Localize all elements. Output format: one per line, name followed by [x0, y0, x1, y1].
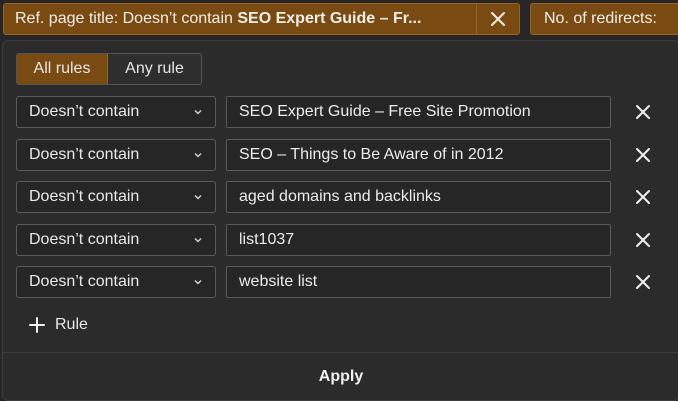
rule-value-input[interactable]: website list	[226, 266, 611, 298]
remove-rule-button[interactable]	[631, 229, 655, 251]
rule-value-input[interactable]: SEO Expert Guide – Free Site Promotion	[226, 96, 611, 128]
close-icon	[491, 12, 506, 26]
rule-row: Doesn’t contain SEO – Things to Be Aware…	[16, 139, 666, 171]
chevron-down-icon	[194, 152, 202, 158]
close-icon	[636, 233, 650, 247]
condition-select[interactable]: Doesn’t contain	[16, 181, 216, 213]
chevron-down-icon	[194, 109, 202, 115]
close-icon	[636, 148, 650, 162]
condition-select[interactable]: Doesn’t contain	[16, 96, 216, 128]
chevron-down-icon	[194, 194, 202, 200]
add-rule-button[interactable]: Rule	[29, 313, 88, 337]
filter-rules-panel: All rules Any rule Doesn’t contain SEO E…	[2, 40, 678, 401]
filter-chip-label: No. of redirects:	[544, 10, 657, 27]
remove-filter-button[interactable]	[476, 4, 519, 34]
match-all-rules-button[interactable]: All rules	[17, 54, 108, 84]
remove-rule-button[interactable]	[631, 144, 655, 166]
apply-button[interactable]: Apply	[3, 353, 678, 400]
condition-select[interactable]: Doesn’t contain	[16, 266, 216, 298]
condition-select-value: Doesn’t contain	[29, 188, 140, 205]
rule-value-input[interactable]: list1037	[226, 224, 611, 256]
close-icon	[636, 190, 650, 204]
filter-chip-value: SEO Expert Guide – Fr...	[237, 10, 422, 27]
add-rule-label: Rule	[55, 316, 88, 333]
chevron-down-icon	[194, 279, 202, 285]
active-filters-bar: Ref. page title: Doesn’t contain SEO Exp…	[0, 0, 678, 40]
rule-row: Doesn’t contain list1037	[16, 224, 666, 256]
remove-rule-button[interactable]	[631, 271, 655, 293]
rule-value-input[interactable]: SEO – Things to Be Aware of in 2012	[226, 139, 611, 171]
condition-select-value: Doesn’t contain	[29, 103, 140, 120]
condition-select[interactable]: Doesn’t contain	[16, 224, 216, 256]
rule-row: Doesn’t contain aged domains and backlin…	[16, 181, 666, 213]
filter-chip-prefix: Ref. page title: Doesn’t contain	[15, 10, 238, 27]
remove-rule-button[interactable]	[631, 186, 655, 208]
close-icon	[636, 275, 650, 289]
close-icon	[636, 105, 650, 119]
rule-value-input[interactable]: aged domains and backlinks	[226, 181, 611, 213]
condition-select-value: Doesn’t contain	[29, 273, 140, 290]
plus-icon	[29, 317, 45, 333]
filter-chip-ref-page-title[interactable]: Ref. page title: Doesn’t contain SEO Exp…	[3, 3, 520, 35]
match-mode-toggle: All rules Any rule	[16, 53, 202, 85]
chevron-down-icon	[194, 237, 202, 243]
condition-select-value: Doesn’t contain	[29, 146, 140, 163]
rule-row: Doesn’t contain SEO Expert Guide – Free …	[16, 96, 666, 128]
filter-chip-label: Ref. page title: Doesn’t contain SEO Exp…	[4, 10, 476, 28]
match-any-rule-button[interactable]: Any rule	[108, 54, 201, 84]
condition-select-value: Doesn’t contain	[29, 231, 140, 248]
rule-row: Doesn’t contain website list	[16, 266, 666, 298]
condition-select[interactable]: Doesn’t contain	[16, 139, 216, 171]
remove-rule-button[interactable]	[631, 101, 655, 123]
filter-chip-redirects[interactable]: No. of redirects:	[530, 3, 678, 35]
